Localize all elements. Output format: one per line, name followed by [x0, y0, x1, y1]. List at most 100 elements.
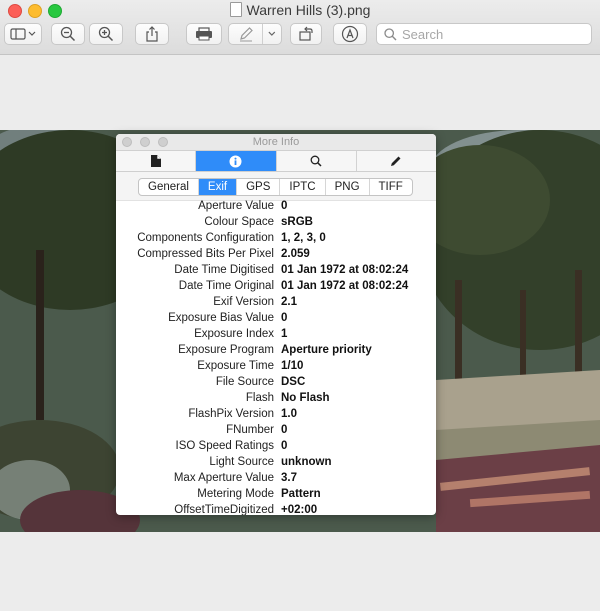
exif-key: Exposure Time	[197, 360, 274, 372]
exif-key: Exposure Bias Value	[168, 312, 274, 324]
exif-value: 0	[281, 424, 288, 436]
exif-row: FlashPix Version 1.0	[116, 406, 436, 422]
zoom-in-button[interactable]	[89, 23, 123, 45]
exif-key: Date Time Original	[178, 280, 274, 292]
search-field[interactable]	[376, 23, 592, 45]
exif-key: Compressed Bits Per Pixel	[137, 248, 274, 260]
exif-row: Exposure Bias Value 0	[116, 310, 436, 326]
window-titlebar: Warren Hills (3).png	[0, 0, 600, 55]
exif-value: Pattern	[281, 488, 321, 500]
tab-iptc[interactable]: IPTC	[280, 179, 326, 195]
exif-value: 1, 2, 3, 0	[281, 232, 326, 244]
exif-key: Date Time Digitised	[174, 264, 274, 276]
exif-row: File Source DSC	[116, 374, 436, 390]
share-button[interactable]	[135, 23, 169, 45]
exif-key: Metering Mode	[197, 488, 274, 500]
zoom-out-icon	[60, 26, 76, 42]
exif-row: ISO Speed Ratings 0	[116, 438, 436, 454]
tab-general-info[interactable]	[116, 151, 197, 171]
exif-row: FNumber 0	[116, 422, 436, 438]
annotate-icon	[341, 25, 359, 43]
sidebar-toggle-button[interactable]	[4, 23, 42, 45]
pencil-icon	[391, 156, 401, 166]
tab-general[interactable]: General	[139, 179, 199, 195]
exif-key: Exposure Index	[194, 328, 274, 340]
exif-key: Flash	[245, 392, 274, 404]
tab-tiff[interactable]: TIFF	[370, 179, 412, 195]
exif-value: 3.7	[281, 472, 297, 484]
exif-row: Compressed Bits Per Pixel 2.059	[116, 246, 436, 262]
panel-titlebar: More Info	[116, 134, 436, 151]
tab-search-info[interactable]	[277, 151, 357, 171]
printer-icon	[196, 27, 212, 41]
tab-gps[interactable]: GPS	[237, 179, 281, 195]
exif-row: Exif Version 2.1	[116, 294, 436, 310]
exif-value: 1/10	[281, 360, 304, 372]
exif-value: 0	[281, 440, 288, 452]
zoom-in-icon	[98, 26, 114, 42]
exif-key: Components Configuration	[137, 232, 274, 244]
exif-row: Date Time Digitised 01 Jan 1972 at 08:02:…	[116, 262, 436, 278]
annotate-button[interactable]	[333, 23, 367, 45]
markup-button[interactable]	[228, 23, 282, 45]
exif-value: +02:00	[281, 504, 318, 515]
print-button[interactable]	[186, 23, 222, 45]
search-input[interactable]	[402, 26, 572, 42]
exif-key: Light Source	[209, 456, 274, 468]
exif-row: Date Time Original 01 Jan 1972 at 08:02:2…	[116, 278, 436, 294]
more-info-panel: More Info General Exif GPS IPTC PNG TIFF…	[116, 134, 436, 515]
tab-exif[interactable]: Exif	[198, 179, 238, 195]
info-icon	[229, 155, 242, 167]
exif-key: Aperture Value	[198, 200, 274, 212]
exif-key: ISO Speed Ratings	[175, 440, 274, 452]
chevron-down-icon	[268, 31, 276, 36]
pen-icon	[239, 27, 253, 42]
exif-value: DSC	[281, 376, 306, 388]
inspector-tabs	[116, 151, 436, 172]
exif-key: FlashPix Version	[188, 408, 274, 420]
exif-value: 1	[281, 328, 288, 340]
exif-row: Exposure Time 1/10	[116, 358, 436, 374]
exif-value: unknown	[281, 456, 332, 468]
exif-row: Colour Space sRGB	[116, 214, 436, 230]
exif-row: OffsetTimeDigitized +02:00	[116, 502, 436, 515]
exif-row: Max Aperture Value 3.7	[116, 470, 436, 486]
document-icon	[150, 155, 161, 167]
exif-key: FNumber	[226, 424, 274, 436]
exif-value: 01 Jan 1972 at 08:02:24	[281, 280, 409, 292]
exif-value: 01 Jan 1972 at 08:02:24	[281, 264, 409, 276]
tab-png[interactable]: PNG	[326, 179, 370, 195]
search-icon	[384, 27, 397, 40]
exif-value: sRGB	[281, 216, 313, 228]
exif-property-list[interactable]: Aperture Value 0 Colour Space sRGB Compone…	[116, 198, 436, 515]
exif-value: 1.0	[281, 408, 297, 420]
exif-row: Components Configuration 1, 2, 3, 0	[116, 230, 436, 246]
exif-value: 2.059	[281, 248, 310, 260]
share-icon	[146, 26, 158, 42]
exif-value: 0	[281, 200, 288, 212]
exif-value: 2.1	[281, 296, 297, 308]
window-title-text: Warren Hills (3).png	[246, 2, 371, 18]
metadata-tabs-bar: General Exif GPS IPTC PNG TIFF	[116, 172, 436, 201]
magnifier-icon	[310, 155, 322, 167]
exif-value: 0	[281, 312, 288, 324]
window-title: Warren Hills (3).png	[0, 2, 600, 18]
exif-row: Light Source unknown	[116, 454, 436, 470]
metadata-segmented-control: General Exif GPS IPTC PNG TIFF	[138, 178, 413, 196]
exif-key: File Source	[215, 376, 274, 388]
exif-row: Exposure Index 1	[116, 326, 436, 342]
exif-row: Exposure Program Aperture priority	[116, 342, 436, 358]
exif-value: No Flash	[281, 392, 330, 404]
exif-key: Exposure Program	[178, 344, 274, 356]
tab-annotations[interactable]	[357, 151, 436, 171]
tab-more-info[interactable]	[196, 151, 277, 171]
exif-key: OffsetTimeDigitized	[174, 504, 274, 515]
rotate-button[interactable]	[290, 23, 322, 45]
rotate-icon	[299, 26, 313, 41]
panel-title: More Info	[252, 136, 300, 148]
zoom-out-button[interactable]	[51, 23, 85, 45]
document-icon	[229, 2, 242, 17]
exif-row: Metering Mode Pattern	[116, 486, 436, 502]
exif-key: Exif Version	[213, 296, 274, 308]
sidebar-icon	[10, 28, 36, 40]
